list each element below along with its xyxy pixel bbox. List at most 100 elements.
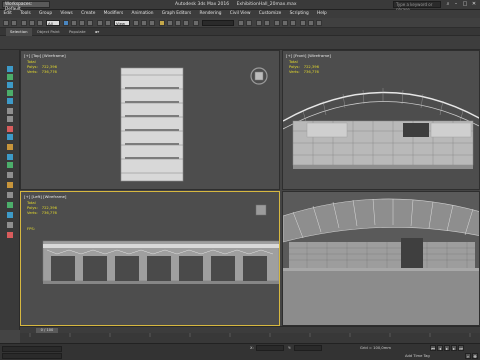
redo-icon[interactable]	[11, 20, 17, 26]
menu-tools[interactable]: Tools	[17, 10, 35, 18]
menu-animation[interactable]: Animation	[128, 10, 157, 18]
perspective-view-geometry	[283, 192, 479, 325]
viewport-top[interactable]: [+] [Top] [Wireframe] Total Polys: 722,3…	[20, 50, 280, 190]
named-selection-sets-dropdown[interactable]	[202, 20, 234, 26]
edit-named-selection-icon[interactable]	[193, 20, 199, 26]
create-lights-icon[interactable]	[7, 90, 13, 96]
unlink-icon[interactable]	[29, 20, 35, 26]
selection-tool-icon[interactable]	[7, 202, 13, 208]
go-to-end-icon[interactable]: ⏭	[458, 345, 464, 351]
rectangular-selection-icon[interactable]	[79, 20, 85, 26]
create-geometry-icon[interactable]	[7, 74, 13, 80]
menu-edit[interactable]: Edit	[0, 10, 15, 18]
select-by-name-icon[interactable]	[71, 20, 77, 26]
tab-populate[interactable]: Populate	[65, 28, 90, 36]
file-name: ExhibitionHall_20max.max	[236, 2, 297, 7]
shift-tool-icon[interactable]	[7, 212, 13, 218]
fps-readout: FPS:	[27, 227, 35, 231]
undo-icon[interactable]	[3, 20, 9, 26]
menu-create[interactable]: Create	[78, 10, 99, 18]
next-frame-icon[interactable]: ▸	[451, 345, 457, 351]
minimize-icon[interactable]: –	[452, 1, 460, 8]
angle-snap-icon[interactable]	[167, 20, 173, 26]
play-icon[interactable]: ▸	[444, 345, 450, 351]
utilities-icon[interactable]	[7, 144, 13, 150]
create-shapes-icon[interactable]	[7, 82, 13, 88]
keyboard-shortcut-icon[interactable]	[149, 20, 155, 26]
curve-editor-icon[interactable]	[274, 20, 280, 26]
spinner-snap-icon[interactable]	[183, 20, 189, 26]
viewcube-icon	[255, 204, 267, 216]
previous-frame-icon[interactable]: ◂	[437, 345, 443, 351]
viewport-perspective[interactable]	[282, 191, 480, 326]
viewport-front[interactable]: [+] [Front] [Wireframe] Total Polys: 722,…	[282, 50, 480, 190]
motion-icon[interactable]	[7, 126, 13, 132]
hierarchy-icon[interactable]	[7, 116, 13, 122]
stats-overlay: Total Polys: 722,396 Verts: 736,776	[27, 60, 57, 74]
reference-coordinate-dropdown[interactable]: View	[114, 20, 130, 26]
tab-object-paint[interactable]: Object Paint	[33, 28, 64, 36]
menu-customize[interactable]: Customize	[255, 10, 285, 18]
menu-civil-view[interactable]: Civil View	[226, 10, 254, 18]
maxscript-listener[interactable]	[2, 346, 62, 352]
render-setup-icon[interactable]	[300, 20, 306, 26]
schematic-view-icon[interactable]	[282, 20, 288, 26]
x-coord-field[interactable]	[256, 345, 284, 351]
rendered-frame-window-icon[interactable]	[308, 20, 314, 26]
add-time-tag-button[interactable]: Add Time Tag	[405, 354, 430, 358]
modify-icon[interactable]	[7, 108, 13, 114]
layer-manager-icon[interactable]	[256, 20, 262, 26]
object-paint-icon[interactable]	[7, 172, 13, 178]
display-icon[interactable]	[7, 134, 13, 140]
render-production-icon[interactable]	[316, 20, 322, 26]
menu-modifiers[interactable]: Modifiers	[100, 10, 127, 18]
relax-icon[interactable]	[7, 222, 13, 228]
align-icon[interactable]	[246, 20, 252, 26]
snaps-toggle-icon[interactable]	[159, 20, 165, 26]
menu-group[interactable]: Group	[35, 10, 55, 18]
y-coord-field[interactable]	[294, 345, 322, 351]
pan-icon[interactable]: ✥	[472, 353, 478, 359]
selection-filter-dropdown[interactable]: All	[46, 20, 60, 26]
workspace-dropdown[interactable]: Workspaces: Default	[2, 1, 50, 12]
graphite-modeling-icon[interactable]	[264, 20, 270, 26]
rotate-icon[interactable]	[105, 20, 111, 26]
pivot-center-icon[interactable]	[133, 20, 139, 26]
material-editor-icon[interactable]	[290, 20, 296, 26]
search-icon[interactable]: ⌕	[444, 1, 452, 8]
noise-icon[interactable]	[7, 232, 13, 238]
manipulate-icon[interactable]	[141, 20, 147, 26]
select-object-icon[interactable]	[63, 20, 69, 26]
help-search-input[interactable]: Type a keyword or phrase	[393, 1, 441, 12]
time-slider[interactable]: 0 / 100	[20, 326, 480, 333]
window-crossing-icon[interactable]	[87, 20, 93, 26]
menu-scripting[interactable]: Scripting	[286, 10, 312, 18]
tab-selection[interactable]: Selection	[6, 28, 32, 36]
go-to-start-icon[interactable]: ⏮	[430, 345, 436, 351]
close-icon[interactable]: ✕	[470, 1, 478, 8]
percent-snap-icon[interactable]	[175, 20, 181, 26]
menu-help[interactable]: Help	[313, 10, 330, 18]
select-icon[interactable]	[7, 66, 13, 72]
ribbon-options-icon[interactable]: ▪▾	[91, 28, 103, 36]
populate-icon[interactable]	[7, 182, 13, 188]
menu-graph-editors[interactable]: Graph Editors	[158, 10, 195, 18]
mirror-icon[interactable]	[238, 20, 244, 26]
title-bar: Workspaces: Default Autodesk 3ds Max 201…	[0, 0, 480, 12]
link-icon[interactable]	[21, 20, 27, 26]
bind-space-warp-icon[interactable]	[37, 20, 43, 26]
zoom-icon[interactable]: ⌕	[465, 353, 471, 359]
maximize-icon[interactable]: □	[461, 1, 469, 8]
menu-views[interactable]: Views	[57, 10, 76, 18]
menu-rendering[interactable]: Rendering	[196, 10, 225, 18]
prompt-line	[2, 353, 62, 359]
viewport-left[interactable]: [+] [Left] [Wireframe] Total Polys: 722,3…	[20, 191, 280, 326]
move-icon[interactable]	[97, 20, 103, 26]
ribbon-tabs: Selection Object Paint Populate ▪▾	[0, 28, 480, 36]
track-bar[interactable]	[20, 333, 480, 343]
freeform-icon[interactable]	[7, 154, 13, 160]
create-cameras-icon[interactable]	[7, 98, 13, 104]
smooth-icon[interactable]	[7, 192, 13, 198]
paint-deform-icon[interactable]	[7, 162, 13, 168]
ribbon-panel	[0, 36, 480, 50]
